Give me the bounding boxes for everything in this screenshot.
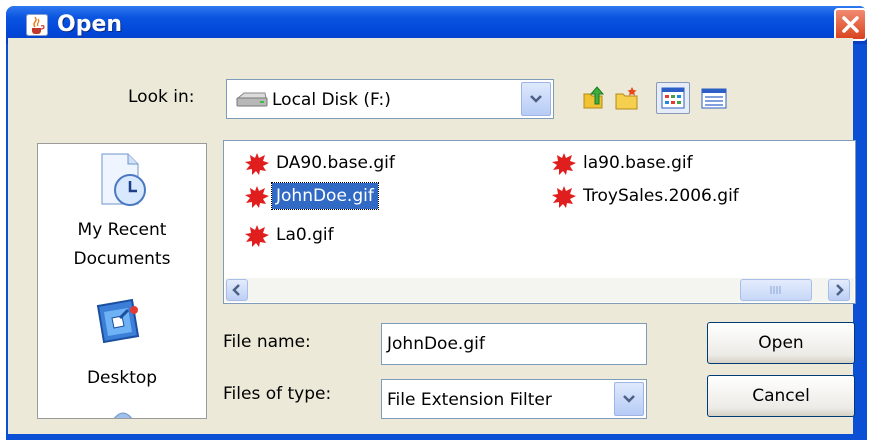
scroll-left-button[interactable] [226,279,248,301]
look-in-dropdown-button[interactable] [521,82,551,116]
file-name: DA90.base.gif [276,153,395,173]
create-new-folder-icon[interactable] [614,84,640,112]
file-list[interactable]: DA90.base.gif JohnDoe.gif La0.gif la90.b… [223,140,856,304]
look-in-value: Local Disk (F:) [272,90,391,110]
file-name: La0.gif [276,225,334,245]
gif-file-icon [245,225,269,247]
file-name-label: File name: [223,332,311,352]
file-name: la90.base.gif [583,153,693,173]
list-item[interactable]: DA90.base.gif [242,149,399,177]
list-item[interactable]: JohnDoe.gif [242,182,379,210]
gif-file-icon [552,153,576,175]
grip-icon [770,286,781,294]
gif-file-icon [245,186,269,208]
file-name-value: JohnDoe.gif [387,334,485,354]
list-item[interactable]: La0.gif [242,221,338,249]
close-button[interactable] [834,8,867,41]
up-one-level-icon[interactable] [580,84,606,112]
chevron-right-icon [836,284,844,296]
look-in-combo[interactable]: Local Disk (F:) [226,79,554,119]
list-view-toggle[interactable] [656,82,690,114]
file-name-field[interactable]: JohnDoe.gif [381,323,647,365]
gif-file-icon [552,186,576,208]
window-title: Open [57,12,123,37]
scroll-thumb[interactable] [740,279,812,301]
list-view-icon [661,87,685,109]
gif-file-icon [245,153,269,175]
network-icon [113,412,133,418]
files-of-type-label: Files of type: [223,384,332,404]
places-bar: My Recent Documents Desktop [37,143,207,419]
file-name: JohnDoe.gif [271,182,379,210]
list-item[interactable]: TroySales.2006.gif [549,182,743,210]
close-x-icon [842,16,859,33]
places-item-label: Documents [73,249,171,269]
recent-documents-icon [101,153,146,206]
files-of-type-value: File Extension Filter [387,390,552,410]
places-item-label: Desktop [86,368,158,388]
open-button[interactable]: Open [707,322,855,364]
file-name: TroySales.2006.gif [583,186,739,206]
cancel-button[interactable]: Cancel [707,375,855,417]
look-in-label: Look in: [128,87,195,107]
places-item-label: My Recent [77,220,167,240]
scroll-right-button[interactable] [828,279,850,301]
java-cup-icon [26,14,48,36]
chevron-left-icon [232,284,240,296]
chevron-down-icon [530,95,542,103]
desktop-icon [96,298,140,344]
horizontal-scrollbar[interactable] [225,278,854,302]
files-of-type-combo[interactable]: File Extension Filter [381,379,647,419]
hard-drive-icon [236,92,268,107]
files-of-type-dropdown-button[interactable] [614,382,644,416]
chevron-down-icon [623,395,635,403]
list-item[interactable]: la90.base.gif [549,149,697,177]
details-view-icon[interactable] [698,84,730,112]
